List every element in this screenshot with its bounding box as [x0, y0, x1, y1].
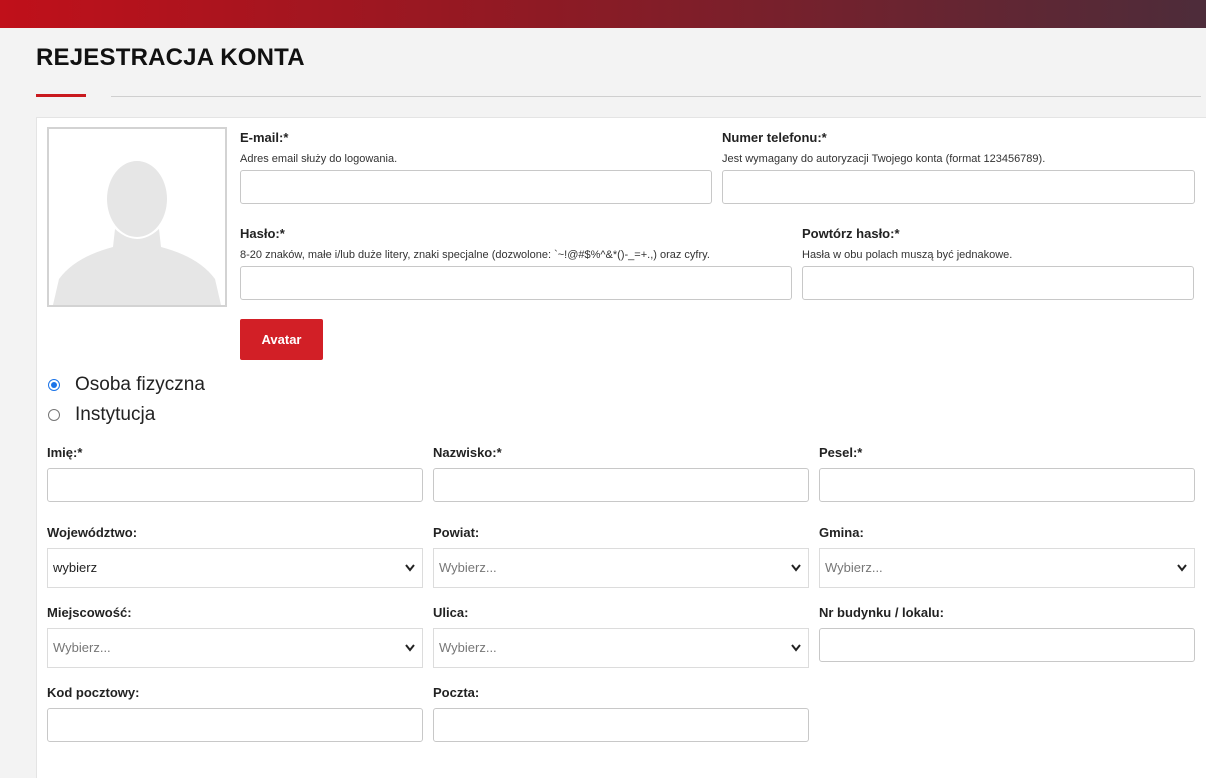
- voivodeship-select[interactable]: wybierz: [47, 548, 423, 588]
- voivodeship-label: Województwo:: [47, 525, 138, 540]
- commune-label: Gmina:: [819, 525, 864, 540]
- building-number-field[interactable]: [819, 628, 1195, 662]
- password-field[interactable]: [240, 266, 792, 300]
- street-select[interactable]: Wybierz...: [433, 628, 809, 668]
- postal-code-label: Kod pocztowy:: [47, 685, 140, 700]
- chevron-down-icon: [791, 564, 801, 572]
- building-number-label: Nr budynku / lokalu:: [819, 605, 944, 620]
- phone-label: Numer telefonu:*: [722, 130, 827, 145]
- pesel-label: Pesel:*: [819, 445, 863, 460]
- title-accent-line: [36, 94, 86, 97]
- top-brand-bar: [0, 0, 1206, 28]
- first-name-field[interactable]: [47, 468, 423, 502]
- commune-value: Wybierz...: [825, 560, 883, 575]
- county-value: Wybierz...: [439, 560, 497, 575]
- email-label: E-mail:*: [240, 130, 289, 145]
- avatar-preview: [47, 127, 227, 307]
- first-name-label: Imię:*: [47, 445, 83, 460]
- phone-field[interactable]: [722, 170, 1195, 204]
- city-value: Wybierz...: [53, 640, 111, 655]
- password-repeat-hint: Hasła w obu polach muszą być jednakowe.: [802, 249, 1013, 261]
- radio-person-label: Osoba fizyczna: [75, 374, 205, 395]
- email-field[interactable]: [240, 170, 712, 204]
- city-label: Miejscowość:: [47, 605, 132, 620]
- last-name-label: Nazwisko:*: [433, 445, 502, 460]
- radio-option-person[interactable]: Osoba fizyczna: [47, 374, 205, 396]
- post-office-field[interactable]: [433, 708, 809, 742]
- chevron-down-icon: [405, 644, 415, 652]
- title-divider: [111, 96, 1201, 97]
- voivodeship-value: wybierz: [53, 560, 98, 575]
- street-value: Wybierz...: [439, 640, 497, 655]
- page-title: REJESTRACJA KONTA: [36, 44, 305, 71]
- street-label: Ulica:: [433, 605, 469, 620]
- postal-code-field[interactable]: [47, 708, 423, 742]
- pesel-field[interactable]: [819, 468, 1195, 502]
- radio-option-institution[interactable]: Instytucja: [47, 404, 155, 426]
- password-repeat-field[interactable]: [802, 266, 1194, 300]
- county-label: Powiat:: [433, 525, 480, 540]
- city-select[interactable]: Wybierz...: [47, 628, 423, 668]
- password-hint: 8-20 znaków, małe i/lub duże litery, zna…: [240, 249, 710, 261]
- email-hint: Adres email służy do logowania.: [240, 153, 398, 165]
- chevron-down-icon: [791, 644, 801, 652]
- commune-select[interactable]: Wybierz...: [819, 548, 1195, 588]
- county-select[interactable]: Wybierz...: [433, 548, 809, 588]
- last-name-field[interactable]: [433, 468, 809, 502]
- phone-hint: Jest wymagany do autoryzacji Twojego kon…: [722, 153, 1046, 165]
- post-office-label: Poczta:: [433, 685, 480, 700]
- chevron-down-icon: [1177, 564, 1187, 572]
- avatar-button[interactable]: Avatar: [240, 319, 323, 360]
- chevron-down-icon: [405, 564, 415, 572]
- password-label: Hasło:*: [240, 226, 285, 241]
- user-silhouette-icon: [49, 129, 225, 305]
- radio-institution-label: Instytucja: [75, 404, 156, 425]
- radio-person-indicator[interactable]: [48, 379, 60, 391]
- password-repeat-label: Powtórz hasło:*: [802, 226, 900, 241]
- radio-institution-indicator[interactable]: [48, 409, 60, 421]
